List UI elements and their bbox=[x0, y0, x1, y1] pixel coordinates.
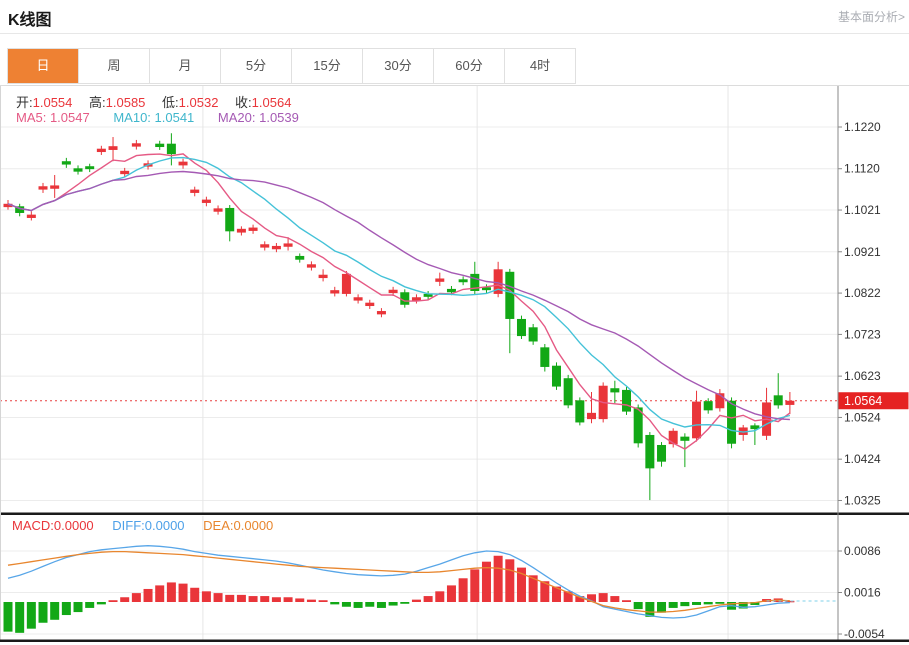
svg-text:1.0723: 1.0723 bbox=[844, 327, 881, 341]
svg-text:1.1220: 1.1220 bbox=[844, 120, 881, 134]
ma5-line bbox=[8, 154, 790, 449]
gridlines bbox=[0, 86, 838, 640]
ohlc-legend: 开:1.0554 高:1.0585 低:1.0532 收:1.0564 bbox=[16, 92, 304, 111]
svg-text:0.0086: 0.0086 bbox=[844, 544, 881, 558]
close-value: 1.0564 bbox=[252, 95, 292, 110]
ma5-legend: MA5: 1.0547 bbox=[16, 110, 90, 125]
svg-text:1.0921: 1.0921 bbox=[844, 245, 881, 259]
svg-text:1.0524: 1.0524 bbox=[844, 410, 881, 424]
svg-text:1.0623: 1.0623 bbox=[844, 369, 881, 383]
dea-value: DEA:0.0000 bbox=[203, 518, 273, 533]
svg-text:-0.0054: -0.0054 bbox=[844, 627, 885, 641]
macd-histogram bbox=[4, 556, 795, 633]
low-value: 1.0532 bbox=[179, 95, 219, 110]
kline-page: K线图 基本面分析> 日 周 月 5分 15分 30分 60分 4时 1.122… bbox=[0, 0, 909, 645]
svg-text:1.0822: 1.0822 bbox=[844, 286, 881, 300]
svg-text:1.0564: 1.0564 bbox=[844, 394, 882, 408]
open-value: 1.0554 bbox=[33, 95, 73, 110]
ma10-line bbox=[8, 158, 790, 433]
close-label: 收: bbox=[235, 95, 252, 110]
high-value: 1.0585 bbox=[106, 95, 146, 110]
ma-legend: MA5: 1.0547 MA10: 1.0541 MA20: 1.0539 bbox=[16, 110, 299, 125]
open-label: 开: bbox=[16, 95, 33, 110]
svg-text:1.0424: 1.0424 bbox=[844, 452, 881, 466]
last-price-badge: 1.0564 bbox=[839, 392, 909, 409]
low-label: 低: bbox=[162, 95, 179, 110]
ma20-line bbox=[8, 172, 790, 420]
svg-text:1.1021: 1.1021 bbox=[844, 203, 881, 217]
ma20-legend: MA20: 1.0539 bbox=[218, 110, 299, 125]
high-label: 高: bbox=[89, 95, 106, 110]
svg-text:1.0325: 1.0325 bbox=[844, 493, 881, 507]
ma10-legend: MA10: 1.0541 bbox=[113, 110, 194, 125]
y-axis-labels: 1.1220 1.1120 1.1021 1.0921 1.0822 1.0723 1.06… bbox=[838, 120, 885, 641]
svg-text:0.0016: 0.0016 bbox=[844, 586, 881, 600]
macd-value: MACD:0.0000 bbox=[12, 518, 94, 533]
svg-text:1.1120: 1.1120 bbox=[844, 162, 880, 176]
macd-legend: MACD:0.0000 DIFF:0.0000 DEA:0.0000 bbox=[12, 518, 273, 533]
diff-value: DIFF:0.0000 bbox=[112, 518, 184, 533]
